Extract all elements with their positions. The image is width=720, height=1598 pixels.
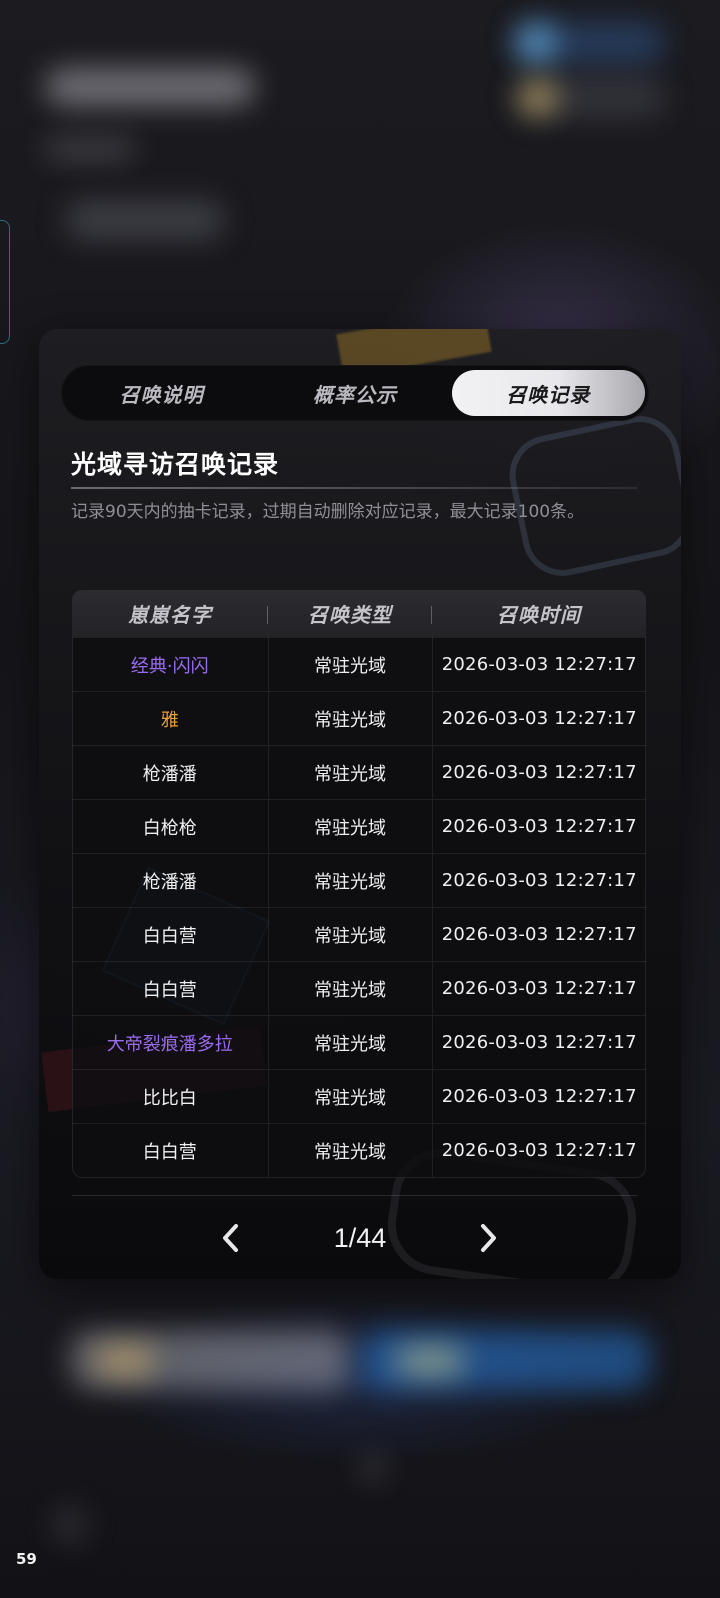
cell-summon-time: 2026-03-03 12:27:17 [432,853,646,908]
record-description: 记录90天内的抽卡记录，过期自动删除对应记录，最大记录100条。 [71,502,585,522]
cell-summon-time: 2026-03-03 12:27:17 [432,1123,646,1177]
cell-summon-type: 常驻光域 [268,1123,433,1177]
decorative-graffiti [502,408,681,584]
table-row: 枪潘潘 常驻光域 2026-03-03 12:27:17 [72,853,646,908]
summon-record-panel: 召唤说明 概率公示 召唤记录 光域寻访召唤记录 记录90天内的抽卡记录，过期自动… [39,329,681,1279]
cell-summon-type: 常驻光域 [268,691,433,746]
table-header-row: 崽崽名字 召唤类型 召唤时间 [72,590,646,638]
background-subtitle-blur [45,138,135,160]
background-resource-icon-blur [518,80,558,116]
table-row: 经典·闪闪 常驻光域 2026-03-03 12:27:17 [72,637,646,692]
cell-character-name: 比比白 [72,1069,269,1124]
tab-summon-record[interactable]: 召唤记录 [451,370,645,416]
background-pill-blur [65,200,225,240]
column-header-label: 召唤时间 [497,603,581,627]
cell-summon-type: 常驻光域 [268,1015,433,1070]
cell-summon-type: 常驻光域 [268,961,433,1016]
column-header-label: 崽崽名字 [128,603,212,627]
table-row: 白白营 常驻光域 2026-03-03 12:27:17 [72,907,646,962]
column-header-type: 召唤类型 [268,590,432,638]
cell-character-name: 白枪枪 [72,799,269,854]
cell-summon-time: 2026-03-03 12:27:17 [432,799,646,854]
pagination: 1/44 [39,1213,681,1263]
background-dot-blur [360,1455,386,1481]
cell-character-name: 白白营 [72,1123,269,1177]
table-row: 白枪枪 常驻光域 2026-03-03 12:27:17 [72,799,646,854]
cell-summon-type: 常驻光域 [268,907,433,962]
cell-summon-type: 常驻光域 [268,637,433,692]
page-indicator: 1/44 [333,1223,387,1253]
cell-character-name: 雅 [72,691,269,746]
record-table: 崽崽名字 召唤类型 召唤时间 经典·闪闪 常驻光域 2026-03-03 12:27… [72,590,646,1178]
cell-character-name: 经典·闪闪 [72,637,269,692]
cell-character-name: 白白营 [72,961,269,1016]
side-edge-tab [0,220,10,344]
table-row: 大帝裂痕潘多拉 常驻光域 2026-03-03 12:27:17 [72,1015,646,1070]
cell-summon-time: 2026-03-03 12:27:17 [432,691,646,746]
background-summon-icon-blur [395,1345,465,1377]
cell-summon-type: 常驻光域 [268,853,433,908]
cell-summon-type: 常驻光域 [268,745,433,800]
panel-tab-bar: 召唤说明 概率公示 召唤记录 [61,365,649,421]
table-row: 白白营 常驻光域 2026-03-03 12:27:17 [72,1123,646,1177]
background-resource-icon-blur [515,22,557,64]
table-body: 经典·闪闪 常驻光域 2026-03-03 12:27:17 雅常驻光域 2026-03… [72,637,646,1177]
cell-summon-time: 2026-03-03 12:27:17 [432,637,646,692]
cell-summon-time: 2026-03-03 12:27:17 [432,1015,646,1070]
cell-summon-time: 2026-03-03 12:27:17 [432,1069,646,1124]
record-title: 光域寻访召唤记录 [71,450,280,479]
table-row: 比比白 常驻光域 2026-03-03 12:27:17 [72,1069,646,1124]
cell-summon-type: 常驻光域 [268,799,433,854]
cell-character-name: 白白营 [72,907,269,962]
cell-summon-time: 2026-03-03 12:27:17 [432,745,646,800]
next-page-button[interactable] [471,1221,505,1255]
column-header-name: 崽崽名字 [72,590,268,638]
column-header-time: 召唤时间 [432,590,646,638]
tab-summon-info[interactable]: 召唤说明 [65,370,258,416]
column-header-label: 召唤类型 [308,603,392,627]
chevron-right-icon [481,1224,496,1252]
cell-summon-type: 常驻光域 [268,1069,433,1124]
table-row: 白白营 常驻光域 2026-03-03 12:27:17 [72,961,646,1016]
tab-probability[interactable]: 概率公示 [258,370,451,416]
fps-counter: 59 [16,1550,37,1568]
cell-character-name: 枪潘潘 [72,745,269,800]
table-row: 枪潘潘 常驻光域 2026-03-03 12:27:17 [72,745,646,800]
cell-character-name: 大帝裂痕潘多拉 [72,1015,269,1070]
background-title-blur [45,68,255,106]
cell-character-name: 枪潘潘 [72,853,269,908]
cell-summon-time: 2026-03-03 12:27:17 [432,907,646,962]
cell-summon-time: 2026-03-03 12:27:17 [432,961,646,1016]
background-summon-icon-blur [95,1345,155,1377]
pager-divider [72,1195,638,1196]
background-corner-blur [50,1505,90,1545]
table-row: 雅常驻光域 2026-03-03 12:27:17 [72,691,646,746]
title-divider [71,487,637,489]
